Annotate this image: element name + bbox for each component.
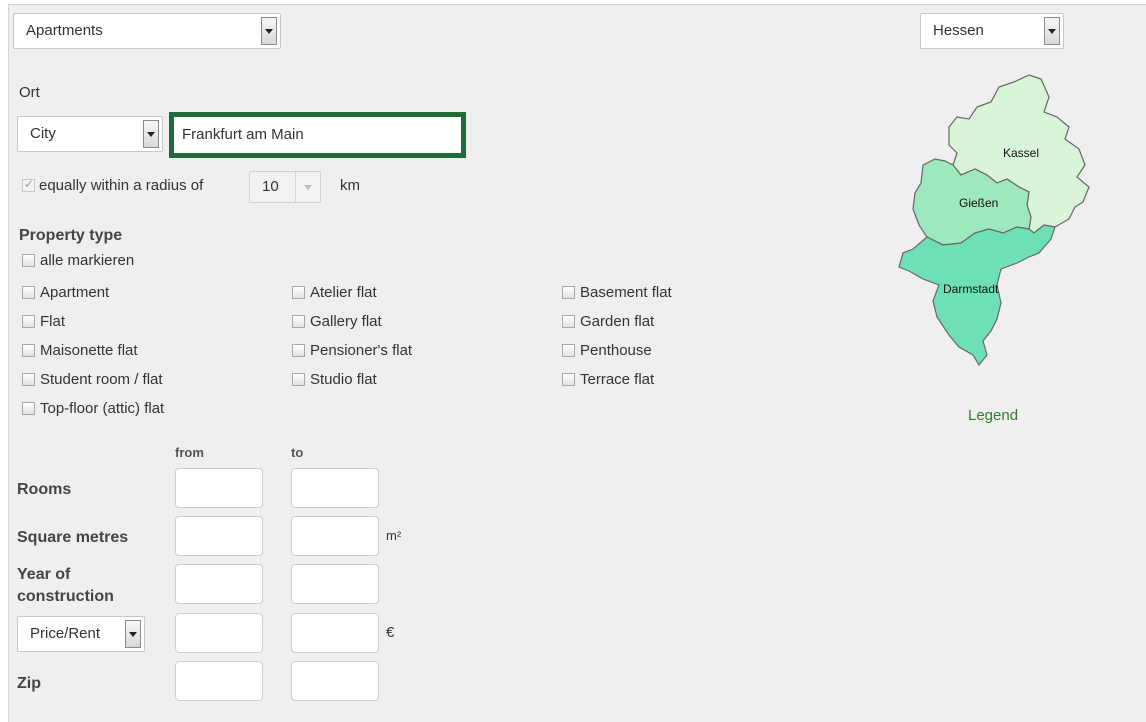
- property-type-label: Studio flat: [310, 371, 377, 388]
- checkbox-box[interactable]: [22, 315, 35, 328]
- hessen-map: Kassel Gießen Darmstadt: [898, 74, 1090, 367]
- property-type-label: Pensioner's flat: [310, 342, 413, 359]
- rooms-label: Rooms: [17, 481, 72, 498]
- property-type-label: Garden flat: [580, 313, 655, 330]
- category-select-value: Apartments: [26, 22, 103, 39]
- city-input-value: Frankfurt am Main: [182, 126, 304, 143]
- price-to-input[interactable]: [291, 613, 379, 653]
- year-label-line1: Year of: [17, 566, 71, 583]
- radius-checkbox[interactable]: ✓: [22, 177, 35, 192]
- radius-select[interactable]: 10: [249, 171, 321, 203]
- radius-label: equally within a radius of: [39, 177, 204, 194]
- location-heading: Ort: [19, 84, 40, 101]
- price-from-input[interactable]: [175, 613, 263, 653]
- checkbox-box[interactable]: [562, 315, 575, 328]
- square-metres-from-input[interactable]: [175, 516, 263, 556]
- chevron-down-icon[interactable]: [125, 620, 141, 648]
- checkbox-box[interactable]: [562, 373, 575, 386]
- location-type-select[interactable]: City: [17, 116, 163, 152]
- from-label: from: [175, 445, 204, 460]
- zip-to-input[interactable]: [291, 661, 379, 701]
- property-type-label: Student room / flat: [40, 371, 163, 388]
- state-select[interactable]: Hessen: [920, 13, 1064, 49]
- to-label: to: [291, 445, 304, 460]
- property-type-label: Apartment: [40, 284, 110, 301]
- chevron-down-icon[interactable]: [1044, 17, 1060, 45]
- checkbox-box[interactable]: [292, 286, 305, 299]
- region-label-darmstadt: Darmstadt: [943, 282, 999, 296]
- chevron-down-icon[interactable]: [143, 120, 159, 148]
- rooms-to-input[interactable]: [291, 468, 379, 508]
- year-from-input[interactable]: [175, 564, 263, 604]
- radius-value: 10: [262, 178, 279, 195]
- region-label-kassel: Kassel: [1003, 146, 1039, 160]
- property-type-label: Terrace flat: [580, 371, 655, 388]
- price-unit: €: [386, 624, 395, 641]
- region-label-giessen: Gießen: [959, 196, 998, 210]
- property-type-label: Gallery flat: [310, 313, 382, 330]
- property-type-label: Penthouse: [580, 342, 652, 359]
- checkbox-box[interactable]: [292, 373, 305, 386]
- price-rent-select[interactable]: Price/Rent: [17, 616, 145, 652]
- year-to-input[interactable]: [291, 564, 379, 604]
- property-type-label: Top-floor (attic) flat: [40, 400, 165, 417]
- property-type-label: Maisonette flat: [40, 342, 138, 359]
- checkbox-box[interactable]: [22, 344, 35, 357]
- chevron-down-icon[interactable]: [295, 172, 320, 202]
- checkbox-box[interactable]: [22, 286, 35, 299]
- square-metres-label: Square metres: [17, 529, 129, 546]
- checkbox-box[interactable]: [292, 315, 305, 328]
- square-metres-unit: m²: [386, 528, 402, 543]
- property-type-heading: Property type: [19, 227, 123, 244]
- property-type-label: Flat: [40, 313, 66, 330]
- property-type-label: Atelier flat: [310, 284, 377, 301]
- zip-label: Zip: [17, 675, 41, 692]
- select-all-label: alle markieren: [40, 252, 135, 269]
- checkbox-box[interactable]: [562, 344, 575, 357]
- zip-from-input[interactable]: [175, 661, 263, 701]
- checkbox-box[interactable]: [22, 254, 35, 267]
- rooms-from-input[interactable]: [175, 468, 263, 508]
- price-rent-value: Price/Rent: [30, 625, 101, 642]
- category-select[interactable]: Apartments: [13, 13, 281, 49]
- chevron-down-icon[interactable]: [261, 17, 277, 45]
- search-panel: Apartments Hessen Ort City Frankfurt am …: [8, 4, 1146, 722]
- state-select-value: Hessen: [933, 22, 984, 39]
- checkbox-box[interactable]: [22, 373, 35, 386]
- square-metres-to-input[interactable]: [291, 516, 379, 556]
- radius-unit: km: [340, 177, 360, 194]
- map-legend-link[interactable]: Legend: [968, 407, 1018, 424]
- checkbox-box[interactable]: [292, 344, 305, 357]
- year-label-line2: construction: [17, 588, 114, 605]
- property-type-label: Basement flat: [580, 284, 672, 301]
- checkbox-box[interactable]: [562, 286, 575, 299]
- city-input[interactable]: Frankfurt am Main: [169, 112, 466, 158]
- checkbox-box[interactable]: [22, 402, 35, 415]
- checkmark-icon: ✓: [24, 177, 35, 191]
- location-type-value: City: [30, 125, 56, 142]
